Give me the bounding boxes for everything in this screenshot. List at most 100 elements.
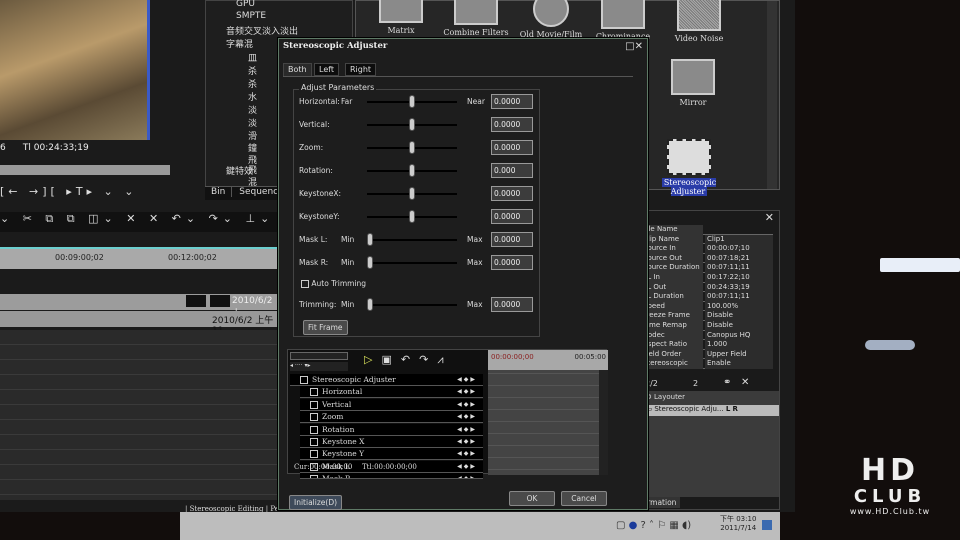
- keyframe-nav-icon[interactable]: ◀◆▶: [457, 399, 477, 410]
- keyframe-dropdown[interactable]: ◂ ···· ▾▸: [290, 362, 348, 371]
- slider-thumb[interactable]: [409, 187, 415, 200]
- timeline-track[interactable]: 2010/6/2 上: [0, 294, 278, 319]
- tray-icons[interactable]: ▢ ● ? ˄ ⚐ ▦ ◖): [616, 520, 691, 531]
- parameter-value-input[interactable]: 0.0000: [491, 186, 533, 201]
- tree-item[interactable]: 皿: [248, 51, 257, 64]
- timeline-track[interactable]: 2010/6/2 上午 11: [0, 311, 278, 336]
- tree-item[interactable]: 水: [248, 90, 257, 103]
- checkbox-icon[interactable]: [310, 388, 318, 397]
- clip-block[interactable]: [186, 295, 206, 307]
- effect-video-noise[interactable]: Video Noise: [654, 0, 744, 43]
- tree-item[interactable]: 杀: [248, 77, 257, 90]
- keyframe-nav-icon[interactable]: ◀◆▶: [457, 461, 477, 472]
- show-desktop-button[interactable]: [762, 520, 772, 530]
- parameter-slider[interactable]: [367, 141, 457, 154]
- checkbox-icon[interactable]: [301, 280, 309, 288]
- tab-both[interactable]: Both: [283, 63, 312, 76]
- right-eye-badge[interactable]: R: [733, 405, 738, 413]
- keyframe-track-row[interactable]: Mask R ◀◆▶: [300, 473, 483, 480]
- parameter-slider[interactable]: [367, 95, 457, 108]
- checkbox-icon[interactable]: [310, 475, 318, 479]
- close-icon[interactable]: ✕: [635, 41, 643, 52]
- checkbox-icon[interactable]: [310, 450, 318, 459]
- slider-thumb[interactable]: [409, 141, 415, 154]
- tree-item[interactable]: 音频交叉淡入淡出: [226, 24, 298, 37]
- clock[interactable]: 下午 03:10 2011/7/14: [720, 514, 756, 532]
- maximize-icon[interactable]: □: [625, 41, 634, 52]
- keyframe-track-row[interactable]: Vertical ◀◆▶: [300, 398, 483, 411]
- left-eye-badge[interactable]: L: [726, 405, 730, 413]
- slider-thumb[interactable]: [409, 210, 415, 223]
- effect-mirror[interactable]: Mirror: [648, 59, 738, 107]
- auto-trimming-checkbox[interactable]: Auto Trimming: [301, 279, 366, 288]
- parameter-value-input[interactable]: 0.0000: [491, 297, 533, 312]
- parameter-value-input[interactable]: 0.000: [491, 163, 533, 178]
- slider-thumb[interactable]: [409, 164, 415, 177]
- timeline-ruler[interactable]: 00:09:00;02 00:12:00;02: [0, 247, 278, 269]
- parameter-value-input[interactable]: 0.0000: [491, 232, 533, 247]
- parameter-slider[interactable]: [367, 187, 457, 200]
- tree-item[interactable]: 字幕混: [226, 37, 253, 50]
- tree-item[interactable]: SMPTE: [236, 11, 266, 21]
- parameter-slider[interactable]: [367, 298, 457, 311]
- keyframe-track-row[interactable]: Stereoscopic Adjuster ◀◆▶: [290, 374, 483, 386]
- preview-scrubber[interactable]: [0, 165, 170, 175]
- slider-thumb[interactable]: [409, 95, 415, 108]
- parameter-slider[interactable]: [367, 118, 457, 131]
- checkbox-icon[interactable]: [310, 413, 318, 422]
- slider-thumb[interactable]: [367, 233, 373, 246]
- keyframe-nav-icon[interactable]: ◀◆▶: [457, 424, 477, 435]
- keyframe-nav-icon[interactable]: ◀◆▶: [457, 386, 477, 397]
- tab-sequence[interactable]: Sequenc: [235, 187, 282, 197]
- slider-thumb[interactable]: [367, 256, 373, 269]
- redo-icon[interactable]: ↷: [419, 353, 437, 366]
- tab-right[interactable]: Right: [345, 63, 377, 76]
- keyframe-track-row[interactable]: Keystone X ◀◆▶: [300, 436, 483, 448]
- slider-thumb[interactable]: [409, 118, 415, 131]
- keyframe-nav-icon[interactable]: ◀◆▶: [457, 473, 477, 478]
- cancel-button[interactable]: Cancel: [561, 491, 607, 506]
- clip-block[interactable]: [210, 295, 230, 307]
- checkbox-icon[interactable]: [300, 376, 308, 384]
- keyframe-track-row[interactable]: Rotation ◀◆▶: [300, 423, 483, 436]
- tab-bin[interactable]: Bin: [205, 187, 233, 197]
- parameter-value-input[interactable]: 0.0000: [491, 117, 533, 132]
- comment-icon[interactable]: ▣: [381, 353, 400, 366]
- keyframe-track-row[interactable]: Keystone Y ◀◆▶: [300, 448, 483, 461]
- playback-toolbar[interactable]: [← →][ ▸T▸ ⌄ ⌄: [0, 185, 138, 198]
- parameter-value-input[interactable]: 0.0000: [491, 209, 533, 224]
- close-icon[interactable]: ✕: [765, 211, 774, 224]
- keyframe-scrollbar[interactable]: [599, 370, 608, 475]
- slider-thumb[interactable]: [367, 298, 373, 311]
- graph-icon[interactable]: ⩘: [437, 353, 452, 366]
- layer-item[interactable]: ☑ ⚙ Layouter: [637, 393, 779, 404]
- parameter-value-input[interactable]: 0.0000: [491, 140, 533, 155]
- layer-item-selected[interactable]: ☑ ▭ Stereoscopic Adju... L R: [637, 405, 779, 416]
- keyframe-track-row[interactable]: Zoom ◀◆▶: [300, 411, 483, 424]
- keyframe-timeline[interactable]: 00:00:00;00 00:05:00: [488, 350, 608, 475]
- keyframe-slider[interactable]: [290, 352, 348, 360]
- keyframe-nav-icon[interactable]: ◀◆▶: [457, 436, 477, 447]
- timeline-tracks[interactable]: [0, 330, 278, 500]
- parameter-slider[interactable]: [367, 210, 457, 223]
- tree-item[interactable]: GPU: [236, 0, 255, 9]
- timeline-toolbar[interactable]: ⌄ ✂ ⧉ ⧉ ◫⌄ ✕ ✕ ↶⌄ ↷⌄ ⊥⌄: [0, 212, 278, 232]
- close-icon[interactable]: ✕: [741, 377, 749, 388]
- undo-icon[interactable]: ↶: [401, 353, 419, 366]
- parameter-value-input[interactable]: 0.0000: [491, 94, 533, 109]
- keyframe-nav-icon[interactable]: ◀◆▶: [457, 374, 477, 385]
- dialog-title[interactable]: Stereoscopic Adjuster: [279, 39, 647, 55]
- link-icon[interactable]: ⚭: [723, 377, 731, 388]
- tree-item[interactable]: 淡: [248, 116, 257, 129]
- tree-item[interactable]: 杀: [248, 64, 257, 77]
- keyframe-ruler[interactable]: 00:00:00;00 00:05:00: [488, 350, 608, 370]
- parameter-slider[interactable]: [367, 256, 457, 269]
- fit-frame-button[interactable]: Fit Frame: [303, 320, 348, 335]
- initialize-button[interactable]: Initialize(D): [289, 495, 343, 510]
- play-icon[interactable]: ▷: [364, 353, 381, 366]
- checkbox-icon[interactable]: [310, 438, 318, 446]
- keyframe-nav-icon[interactable]: ◀◆▶: [457, 448, 477, 459]
- checkbox-icon[interactable]: [310, 400, 318, 409]
- tree-item[interactable]: 淡: [248, 103, 257, 116]
- ok-button[interactable]: OK: [509, 491, 555, 506]
